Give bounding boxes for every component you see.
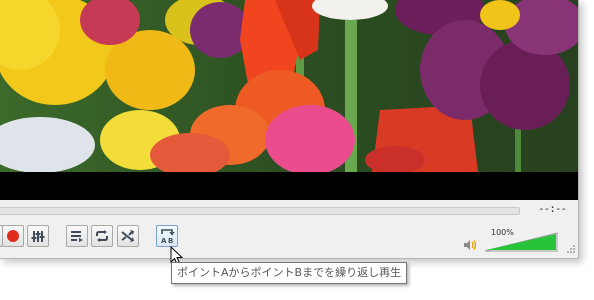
shuffle-icon	[121, 230, 134, 242]
record-icon	[7, 230, 19, 242]
time-display: --:--	[538, 202, 567, 215]
tulip-video-frame	[0, 0, 578, 200]
equalizer-sliders-icon	[31, 231, 45, 242]
resize-grip-icon[interactable]	[566, 244, 576, 254]
ab-loop-button[interactable]: A B	[156, 225, 178, 247]
extended-settings-button[interactable]	[27, 225, 49, 247]
svg-text:A: A	[161, 237, 167, 244]
playlist-button[interactable]	[66, 225, 88, 247]
speaker-icon[interactable]	[463, 239, 477, 251]
ab-loop-icon: A B	[161, 229, 175, 244]
seek-bar[interactable]	[0, 207, 520, 215]
loop-icon	[96, 230, 108, 242]
loop-button[interactable]	[91, 225, 113, 247]
svg-text:B: B	[168, 237, 173, 244]
record-button[interactable]	[2, 225, 24, 247]
video-display[interactable]	[0, 0, 578, 200]
playlist-icon	[71, 231, 83, 242]
random-button[interactable]	[117, 225, 139, 247]
ab-loop-tooltip: ポイントAからポイントBまでを繰り返し再生	[171, 262, 408, 284]
media-player-window: --:-- A B 100%	[0, 0, 579, 259]
volume-slider[interactable]	[484, 232, 558, 252]
